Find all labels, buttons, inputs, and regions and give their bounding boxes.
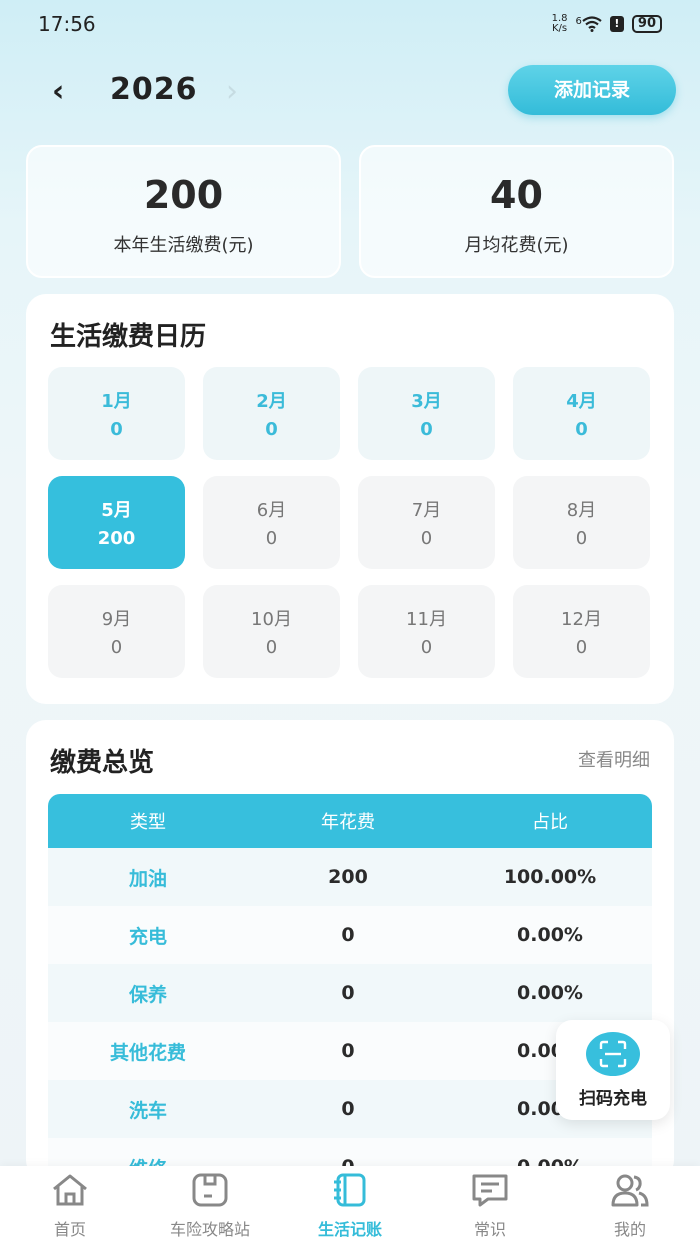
tab-mine[interactable]: 我的 [560, 1166, 700, 1244]
bottom-tabbar: 首页 车险攻略站 生活记账 常识 我的 [0, 1166, 700, 1244]
tab-insurance-guide-label: 车险攻略站 [169, 1220, 250, 1239]
status-icons: 1.8 K/s 6 ! 90 [552, 14, 662, 34]
month-cell-11[interactable]: 11月 0 [358, 585, 495, 678]
status-time: 17:56 [38, 12, 96, 36]
wifi-icon [582, 16, 602, 32]
tab-home-label: 首页 [53, 1220, 86, 1239]
annual-total-card: 200 本年生活缴费(元) [26, 145, 341, 278]
table-header: 类型 年花费 占比 [48, 794, 652, 848]
scan-charge-label: 扫码充电 [579, 1089, 647, 1109]
prev-year-button[interactable]: ‹ [52, 74, 64, 109]
notebook-icon [334, 1173, 366, 1207]
tab-life-accounting[interactable]: 生活记账 [280, 1166, 420, 1244]
month-grid: 1月 0 2月 0 3月 0 4月 0 5月 200 6月 0 7月 0 8月 0 9月 0 10… [48, 367, 652, 678]
month-cell-2[interactable]: 2月 0 [203, 367, 340, 460]
month-cell-1[interactable]: 1月 0 [48, 367, 185, 460]
scan-charge-button[interactable]: 扫码充电 [556, 1020, 670, 1120]
col-ratio-header: 占比 [532, 812, 568, 833]
annual-total-label: 本年生活缴费(元) [113, 235, 254, 256]
month-cell-7[interactable]: 7月 0 [358, 476, 495, 569]
table-row: 加油 200 100.00% [48, 848, 652, 906]
user-icon [611, 1174, 649, 1207]
tab-insurance-guide[interactable]: 车险攻略站 [140, 1166, 280, 1244]
month-cell-12[interactable]: 12月 0 [513, 585, 650, 678]
month-cell-6[interactable]: 6月 0 [203, 476, 340, 569]
alert-icon: ! [609, 16, 624, 32]
monthly-avg-card: 40 月均花费(元) [359, 145, 674, 278]
battery-icon: 90 [631, 15, 662, 33]
overview-title: 缴费总览 [50, 748, 155, 778]
col-type-header: 类型 [130, 812, 166, 833]
net-speed: 1.8 K/s [551, 13, 568, 34]
annual-total-value: 200 [143, 173, 224, 217]
view-detail-link[interactable]: 查看明细 [578, 746, 650, 772]
year-title: 2026 [110, 72, 198, 107]
table-body: 加油 200 100.00% 充电 0 0.00% 保养 0 0.00% 其他花… [48, 848, 652, 1180]
tab-life-accounting-label: 生活记账 [317, 1220, 382, 1239]
month-cell-9[interactable]: 9月 0 [48, 585, 185, 678]
message-icon [472, 1174, 508, 1207]
monthly-avg-label: 月均花费(元) [464, 235, 569, 256]
monthly-avg-value: 40 [490, 173, 543, 217]
add-record-button[interactable]: 添加记录 [508, 65, 676, 115]
tab-mine-label: 我的 [613, 1220, 646, 1239]
status-bar: 17:56 1.8 K/s 6 ! 90 [0, 0, 700, 48]
calendar-title: 生活缴费日历 [50, 322, 207, 352]
box-icon [192, 1173, 228, 1207]
month-cell-3[interactable]: 3月 0 [358, 367, 495, 460]
tab-knowledge[interactable]: 常识 [420, 1166, 560, 1244]
calendar-panel: 生活缴费日历 1月 0 2月 0 3月 0 4月 0 5月 200 6月 0 7月 0 8月 0… [26, 294, 674, 704]
month-cell-5[interactable]: 5月 200 [48, 476, 185, 569]
table-row: 充电 0 0.00% [48, 906, 652, 964]
next-year-button[interactable]: › [226, 74, 238, 109]
month-cell-10[interactable]: 10月 0 [203, 585, 340, 678]
table-row: 保养 0 0.00% [48, 964, 652, 1022]
month-cell-8[interactable]: 8月 0 [513, 476, 650, 569]
scan-icon [586, 1032, 640, 1076]
month-cell-4[interactable]: 4月 0 [513, 367, 650, 460]
tab-knowledge-label: 常识 [473, 1220, 506, 1239]
col-cost-header: 年花费 [321, 812, 375, 833]
header: ‹ 2026 › 添加记录 [0, 62, 700, 118]
overview-table: 类型 年花费 占比 加油 200 100.00% 充电 0 0.00% 保养 0… [48, 794, 652, 1180]
home-icon [53, 1174, 87, 1206]
tab-home[interactable]: 首页 [0, 1166, 140, 1244]
